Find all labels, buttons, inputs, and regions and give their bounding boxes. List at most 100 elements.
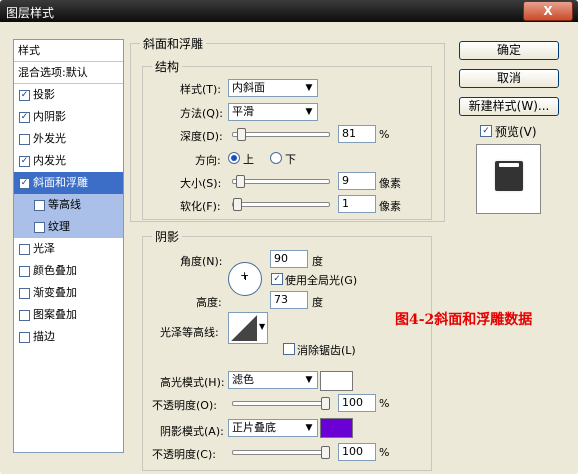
bevel-group-title: 斜面和浮雕 [140, 35, 207, 52]
style-checkbox[interactable] [19, 332, 30, 343]
style-checkbox[interactable] [19, 244, 30, 255]
global-light-checkbox[interactable]: ✓ [271, 273, 283, 285]
style-select[interactable]: 内斜面 ▼ [228, 79, 318, 97]
depth-slider-thumb[interactable] [237, 128, 246, 141]
style-list-item[interactable]: 等高线 [14, 194, 123, 216]
highlight-opacity-thumb[interactable] [321, 397, 330, 410]
style-list-item[interactable]: 图案叠加 [14, 304, 123, 326]
window-title: 图层样式 [6, 6, 55, 20]
anti-aliased-checkbox[interactable] [283, 343, 295, 355]
direction-up-label[interactable]: 上 [243, 151, 254, 167]
cancel-button[interactable]: 取消 [459, 69, 559, 88]
style-list-item[interactable]: 颜色叠加 [14, 260, 123, 282]
angle-unit: 度 [312, 255, 323, 268]
preview-swatch [495, 161, 523, 191]
style-checkbox[interactable]: ✓ [19, 90, 30, 101]
highlight-mode-select[interactable]: 滤色 ▼ [228, 371, 318, 389]
soften-input[interactable]: 1 [338, 195, 376, 213]
chevron-down-icon: ▼ [305, 107, 313, 117]
style-list-item-label: 渐变叠加 [33, 286, 77, 299]
shadow-color-swatch[interactable] [320, 418, 353, 438]
soften-slider[interactable] [232, 198, 330, 211]
depth-unit: % [379, 128, 390, 141]
ok-button[interactable]: 确定 [459, 41, 559, 60]
shadow-mode-value: 正片叠底 [232, 421, 276, 434]
style-checkbox[interactable]: ✓ [19, 156, 30, 167]
gloss-contour-picker[interactable]: ▼ [228, 312, 268, 344]
style-list-item[interactable]: ✓ 内发光 [14, 150, 123, 172]
soften-slider-thumb[interactable] [233, 198, 242, 211]
highlight-opacity-label: 不透明度(O): [152, 399, 217, 412]
highlight-color-swatch[interactable] [320, 371, 353, 391]
style-checkbox[interactable] [19, 288, 30, 299]
highlight-mode-value: 滤色 [232, 373, 254, 386]
angle-label: 角度(N): [180, 255, 223, 268]
style-checkbox[interactable] [34, 222, 45, 233]
style-checkbox[interactable]: ✓ [19, 112, 30, 123]
gloss-contour-label: 光泽等高线: [160, 326, 219, 339]
style-checkbox[interactable] [19, 266, 30, 277]
anti-aliased-label[interactable]: 消除锯齿(L) [297, 342, 356, 358]
global-light-label[interactable]: 使用全局光(G) [285, 272, 357, 288]
highlight-opacity-input[interactable]: 100 [338, 394, 376, 412]
style-list-item-label: 光泽 [33, 242, 55, 255]
size-slider[interactable] [232, 175, 330, 188]
shadow-opacity-thumb[interactable] [321, 446, 330, 459]
angle-dial[interactable]: + [228, 262, 262, 296]
chevron-down-icon: ▼ [305, 375, 313, 385]
title-bar: 图层样式 X [0, 0, 578, 22]
style-checkbox[interactable] [19, 134, 30, 145]
highlight-mode-label: 高光模式(H): [160, 376, 225, 389]
style-checkbox[interactable] [19, 310, 30, 321]
preview-checkbox[interactable]: ✓ [480, 125, 492, 137]
technique-select[interactable]: 平滑 ▼ [228, 103, 318, 121]
soften-label: 软化(F): [180, 200, 221, 213]
structure-title: 结构 [152, 58, 183, 75]
soften-unit: 像素 [379, 200, 401, 213]
style-list-item-label: 外发光 [33, 132, 66, 145]
size-unit: 像素 [379, 177, 401, 190]
preview-label[interactable]: 预览(V) [495, 123, 537, 140]
depth-input[interactable]: 81 [338, 125, 376, 143]
depth-label: 深度(D): [180, 130, 223, 143]
style-list-item[interactable]: ✓ 斜面和浮雕 [14, 172, 123, 194]
technique-label: 方法(Q): [180, 107, 223, 120]
highlight-opacity-slider[interactable] [232, 397, 330, 410]
chevron-down-icon: ▼ [305, 83, 313, 93]
style-list-item-label: 描边 [33, 330, 55, 343]
shadow-opacity-slider[interactable] [232, 446, 330, 459]
blending-options-item[interactable]: 混合选项:默认 [14, 62, 123, 84]
style-list-item-label: 内发光 [33, 154, 66, 167]
angle-input[interactable]: 90 [270, 250, 308, 268]
style-checkbox[interactable] [34, 200, 45, 211]
style-list-item-label: 内阴影 [33, 110, 66, 123]
new-style-button[interactable]: 新建样式(W)... [459, 97, 559, 116]
style-list-item-label: 纹理 [48, 220, 70, 233]
style-list-item[interactable]: 描边 [14, 326, 123, 348]
direction-label: 方向: [195, 154, 221, 167]
style-list-item[interactable]: 光泽 [14, 238, 123, 260]
style-list-item[interactable]: 外发光 [14, 128, 123, 150]
shadow-mode-label: 阴影模式(A): [160, 425, 224, 438]
shadow-opacity-input[interactable]: 100 [338, 443, 376, 461]
style-list-header[interactable]: 样式 [14, 40, 123, 62]
close-button[interactable]: X [523, 1, 573, 21]
size-slider-thumb[interactable] [236, 175, 245, 188]
style-list-item[interactable]: ✓ 投影 [14, 84, 123, 106]
direction-up-radio[interactable] [228, 152, 240, 164]
depth-slider[interactable] [232, 128, 330, 141]
chevron-down-icon[interactable]: ▼ [259, 322, 265, 331]
style-checkbox[interactable]: ✓ [19, 178, 30, 189]
style-list-item[interactable]: 纹理 [14, 216, 123, 238]
dialog-body: 样式 混合选项:默认 ✓ 投影 ✓ 内阴影 外发光 ✓ 内发光 ✓ 斜面和浮雕 等高线 纹理 光泽 颜色… [0, 22, 578, 474]
style-list-item-label: 图案叠加 [33, 308, 77, 321]
style-list-item[interactable]: ✓ 内阴影 [14, 106, 123, 128]
direction-down-label[interactable]: 下 [285, 151, 296, 167]
angle-dial-needle [245, 275, 246, 280]
style-list: 样式 混合选项:默认 ✓ 投影 ✓ 内阴影 外发光 ✓ 内发光 ✓ 斜面和浮雕 等高线 纹理 光泽 颜色… [13, 39, 124, 453]
size-input[interactable]: 9 [338, 172, 376, 190]
shadow-mode-select[interactable]: 正片叠底 ▼ [228, 419, 318, 437]
direction-down-radio[interactable] [270, 152, 282, 164]
altitude-input[interactable]: 73 [270, 291, 308, 309]
style-list-item[interactable]: 渐变叠加 [14, 282, 123, 304]
